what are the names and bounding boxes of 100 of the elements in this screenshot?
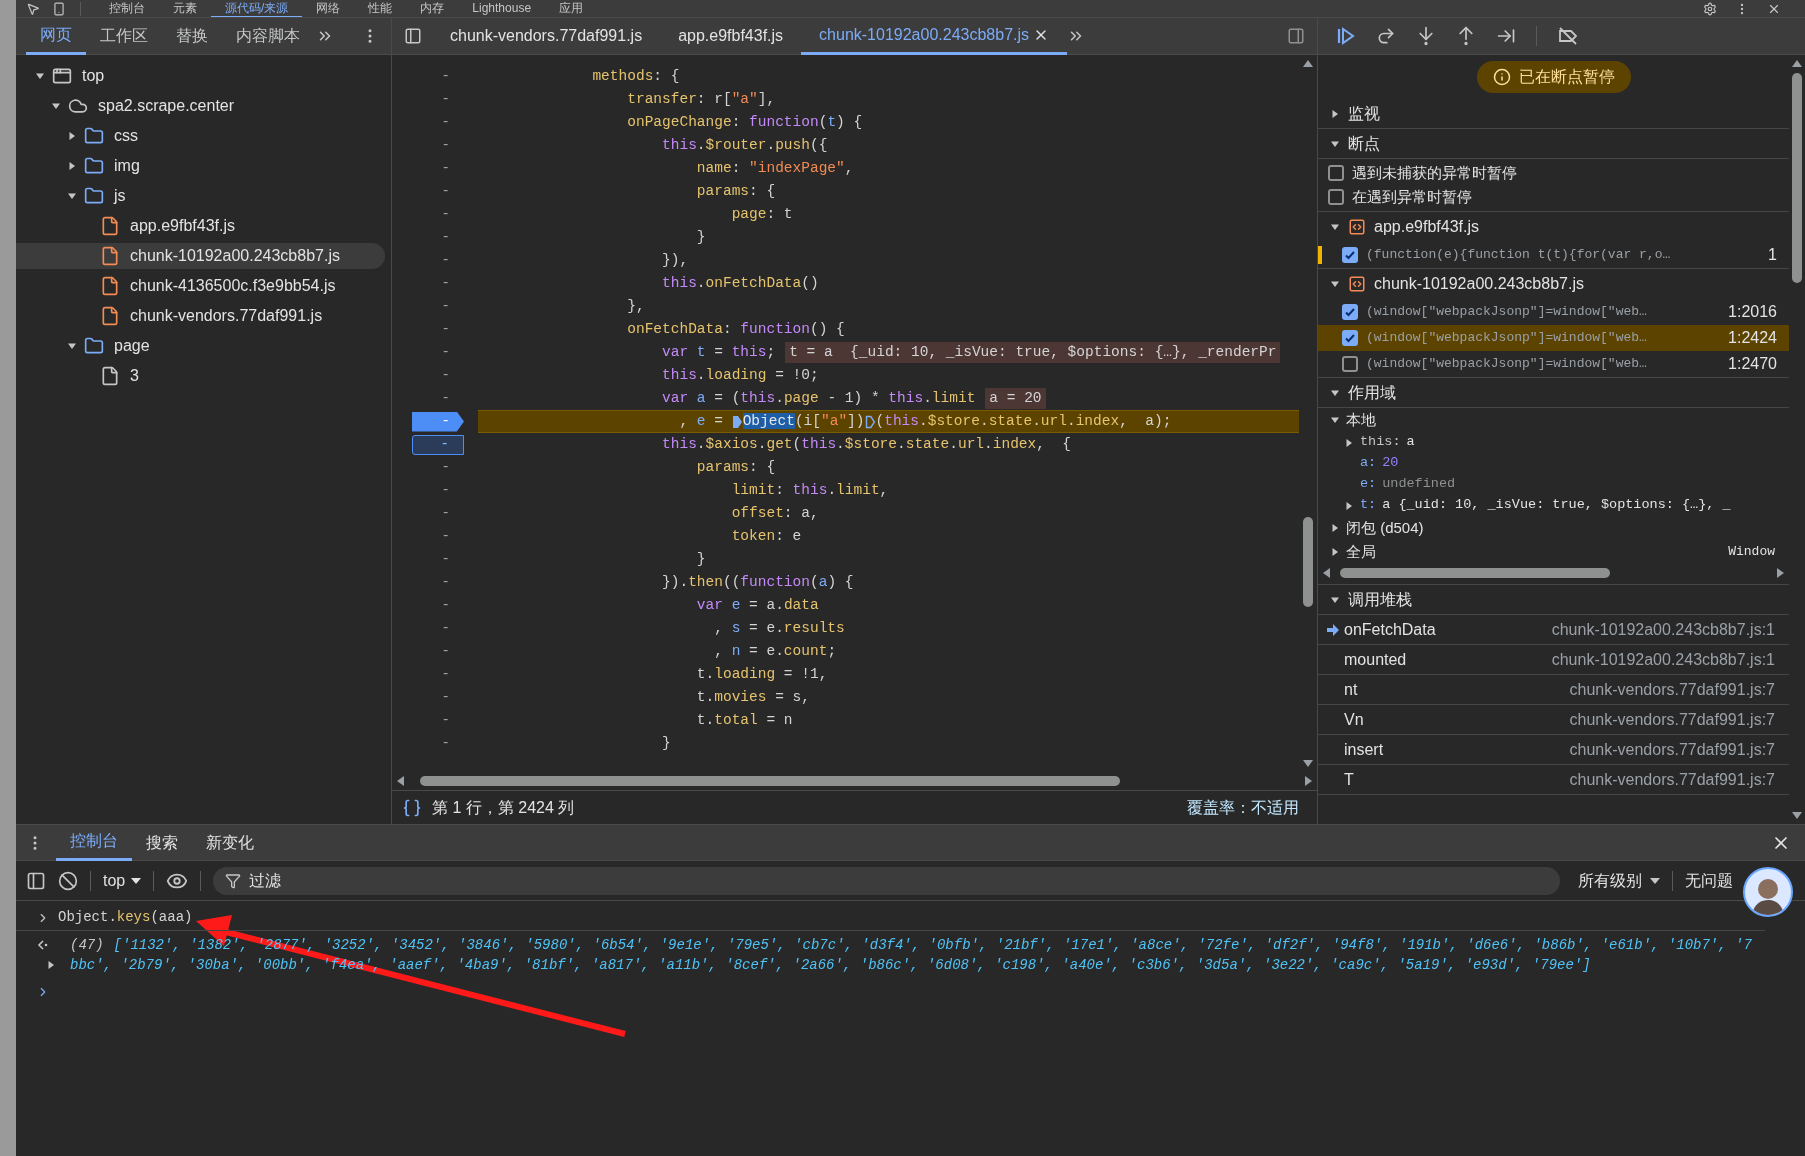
step-out-icon[interactable] bbox=[1456, 26, 1476, 46]
scroll-right-icon[interactable] bbox=[1777, 568, 1785, 578]
panel-tab[interactable]: Lighthouse bbox=[458, 0, 546, 17]
triangle-icon[interactable] bbox=[1330, 108, 1340, 119]
settings-icon[interactable] bbox=[1703, 1, 1717, 16]
tree-item[interactable]: top bbox=[16, 63, 385, 89]
scroll-left-icon[interactable] bbox=[396, 776, 404, 786]
panel-tab[interactable]: 内存 bbox=[406, 0, 459, 17]
breakpoint-item[interactable]: (function(e){function t(t){for(var r,o… 1 bbox=[1318, 242, 1789, 268]
toggle-navigator-icon[interactable] bbox=[404, 27, 422, 45]
triangle-icon[interactable] bbox=[46, 960, 56, 970]
step-marker-icon[interactable] bbox=[731, 414, 743, 429]
triangle-icon[interactable] bbox=[67, 161, 77, 171]
call-frame[interactable]: insert chunk-vendors.77daf991.js:7 bbox=[1318, 735, 1789, 765]
scope-group[interactable]: 全局 bbox=[1346, 540, 1376, 564]
triangle-icon[interactable] bbox=[67, 191, 77, 201]
drawer-tab[interactable]: 控制台 bbox=[56, 824, 132, 861]
tree-item[interactable]: js bbox=[16, 183, 385, 209]
panel-tab[interactable]: 网络 bbox=[302, 0, 355, 17]
triangle-icon[interactable] bbox=[1330, 222, 1340, 232]
panel-tab[interactable]: 性能 bbox=[354, 0, 407, 17]
coverage-status[interactable]: 覆盖率：不适用 bbox=[1187, 795, 1299, 820]
scroll-left-icon[interactable] bbox=[1322, 568, 1330, 578]
scrollbar-thumb[interactable] bbox=[420, 776, 1120, 786]
checkbox[interactable] bbox=[1342, 247, 1358, 263]
tree-item[interactable]: 3 bbox=[16, 363, 385, 389]
breakpoint-item[interactable]: (window["webpackJsonp"]=window["web… 1:2470 bbox=[1318, 351, 1789, 377]
scrollbar-thumb[interactable] bbox=[1340, 568, 1610, 578]
step-over-icon[interactable] bbox=[1376, 26, 1396, 46]
tree-item[interactable]: spa2.scrape.center bbox=[16, 93, 385, 119]
call-frame[interactable]: mounted chunk-10192a00.243cb8b7.js:1 bbox=[1318, 645, 1789, 675]
tree-item[interactable]: page bbox=[16, 333, 385, 359]
step-icon[interactable] bbox=[1496, 26, 1516, 46]
triangle-icon[interactable] bbox=[51, 101, 61, 111]
triangle-icon[interactable] bbox=[1330, 547, 1340, 557]
tree-item[interactable]: css bbox=[16, 123, 385, 149]
panel-tab[interactable]: 元素 bbox=[159, 0, 211, 17]
resume-icon[interactable] bbox=[1336, 26, 1356, 46]
call-frame[interactable]: T chunk-vendors.77daf991.js:7 bbox=[1318, 765, 1789, 795]
drawer-tab[interactable]: 新变化 bbox=[192, 824, 268, 861]
file-tab[interactable]: app.e9fbf43f.js bbox=[660, 17, 802, 55]
scroll-down-icon[interactable] bbox=[1792, 812, 1802, 820]
scope-group[interactable]: 本地 bbox=[1346, 408, 1376, 432]
tree-item[interactable]: app.e9fbf43f.js bbox=[16, 213, 385, 239]
breakpoint-item[interactable]: (window["webpackJsonp"]=window["web… 1:2424 bbox=[1318, 325, 1789, 351]
scroll-up-icon[interactable] bbox=[1303, 59, 1313, 67]
checkbox[interactable] bbox=[1342, 304, 1358, 320]
triangle-icon[interactable] bbox=[1344, 500, 1354, 511]
checkbox[interactable] bbox=[1328, 189, 1344, 205]
triangle-icon[interactable] bbox=[1330, 415, 1340, 425]
option-label[interactable]: 遇到未捕获的异常时暂停 bbox=[1352, 161, 1517, 185]
avatar[interactable] bbox=[1743, 867, 1793, 917]
triangle-icon[interactable] bbox=[67, 341, 77, 351]
scroll-up-icon[interactable] bbox=[1792, 59, 1802, 67]
navigator-tab[interactable]: 替换 bbox=[162, 17, 222, 55]
deactivate-breakpoints-icon[interactable] bbox=[1557, 26, 1579, 46]
section-title[interactable]: 调用堆栈 bbox=[1348, 587, 1412, 612]
step-into-icon[interactable] bbox=[1416, 26, 1436, 46]
drawer-tab[interactable]: 搜索 bbox=[132, 824, 192, 861]
checkbox[interactable] bbox=[1342, 356, 1358, 372]
step-marker-icon[interactable] bbox=[864, 414, 876, 429]
breakpoint-file[interactable]: app.e9fbf43f.js bbox=[1374, 215, 1479, 239]
file-tab[interactable]: chunk-10192a00.243cb8b7.js bbox=[801, 17, 1068, 55]
scroll-down-icon[interactable] bbox=[1303, 760, 1313, 768]
file-tab[interactable]: chunk-vendors.77daf991.js bbox=[432, 17, 661, 55]
breakpoint-file[interactable]: chunk-10192a00.243cb8b7.js bbox=[1374, 272, 1584, 296]
scrollbar-thumb[interactable] bbox=[1792, 73, 1802, 283]
call-frame[interactable]: nt chunk-vendors.77daf991.js:7 bbox=[1318, 675, 1789, 705]
tree-item[interactable]: chunk-4136500c.f3e9bb54.js bbox=[16, 273, 385, 299]
triangle-icon[interactable] bbox=[35, 71, 45, 81]
call-frame[interactable]: Vn chunk-vendors.77daf991.js:7 bbox=[1318, 705, 1789, 735]
section-title[interactable]: 作用域 bbox=[1348, 380, 1396, 405]
clear-icon[interactable] bbox=[58, 870, 78, 891]
inspect-icon[interactable] bbox=[26, 1, 40, 16]
checkbox[interactable] bbox=[1342, 330, 1358, 346]
section-title[interactable]: 断点 bbox=[1348, 131, 1380, 156]
scrollbar-thumb[interactable] bbox=[1303, 517, 1313, 607]
tree-item[interactable]: chunk-10192a00.243cb8b7.js bbox=[16, 243, 385, 269]
panel-tab[interactable]: 应用 bbox=[545, 0, 598, 17]
context-dropdown[interactable]: top bbox=[103, 868, 142, 893]
triangle-icon[interactable] bbox=[1330, 523, 1340, 533]
tree-item[interactable]: img bbox=[16, 153, 385, 179]
issues-button[interactable]: 无问题 bbox=[1685, 868, 1733, 893]
checkbox[interactable] bbox=[1328, 165, 1344, 181]
navigator-tab[interactable]: 网页 bbox=[26, 17, 86, 55]
navigator-tab[interactable]: 工作区 bbox=[86, 17, 162, 55]
option-label[interactable]: 在遇到异常时暂停 bbox=[1352, 185, 1472, 209]
levels-dropdown[interactable]: 所有级别 bbox=[1578, 868, 1660, 893]
pretty-print-icon[interactable] bbox=[402, 797, 422, 818]
sidebar-icon[interactable] bbox=[26, 870, 46, 891]
toggle-debugger-icon[interactable] bbox=[1287, 27, 1305, 45]
panel-tab[interactable]: 控制台 bbox=[95, 0, 159, 17]
triangle-icon[interactable] bbox=[67, 131, 77, 141]
breakpoint-marker[interactable]: - bbox=[412, 434, 464, 455]
triangle-icon[interactable] bbox=[1344, 437, 1354, 448]
tree-item[interactable]: chunk-vendors.77daf991.js bbox=[16, 303, 385, 329]
navigator-tab[interactable]: 内容脚本 bbox=[222, 17, 314, 55]
scope-group[interactable]: 闭包 (d504) bbox=[1346, 516, 1424, 540]
device-icon[interactable] bbox=[52, 1, 66, 16]
breakpoint-item[interactable]: (window["webpackJsonp"]=window["web… 1:2016 bbox=[1318, 299, 1789, 325]
